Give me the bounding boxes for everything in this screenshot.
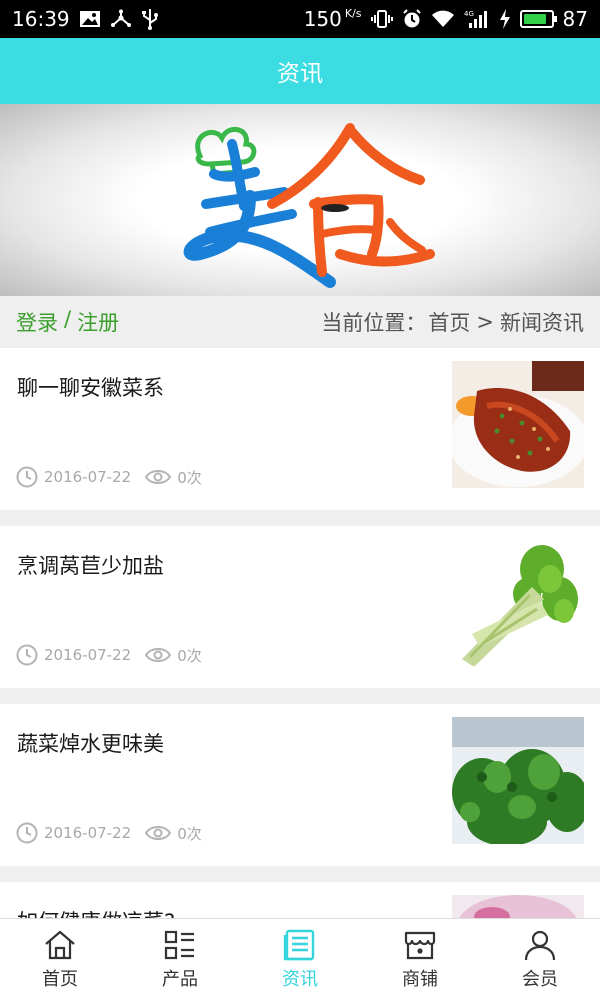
auth-links: 登录 / 注册	[16, 307, 119, 337]
vibrate-icon	[370, 9, 393, 29]
network-speed-value: 150	[303, 7, 342, 31]
auth-separator: /	[64, 307, 72, 331]
green-vegetables-photo	[452, 717, 584, 844]
news-item[interactable]: 烹调莴苣少加盐 2016-07-22 0次	[0, 526, 600, 688]
breadcrumb-current: 新闻资讯	[500, 311, 584, 335]
news-views: 0次	[177, 824, 202, 843]
eye-icon	[145, 648, 172, 662]
battery-fill	[523, 14, 547, 24]
banner-image[interactable]	[0, 104, 600, 296]
network-speed-unit: K/s	[344, 7, 362, 20]
network-speed: 150 K/s	[304, 7, 362, 31]
breadcrumb-bar: 登录 / 注册 当前位置： 首页 > 新闻资讯	[0, 296, 600, 348]
news-thumbnail[interactable]	[452, 361, 584, 488]
charging-icon	[499, 9, 511, 29]
news-date: 2016-07-22	[44, 468, 132, 486]
food-logo	[183, 123, 435, 288]
image-icon	[79, 10, 101, 28]
news-title[interactable]: 烹调莴苣少加盐	[17, 550, 164, 580]
tab-home[interactable]: 首页	[0, 919, 120, 1000]
tab-home-label: 首页	[42, 968, 78, 990]
tab-news-label: 资讯	[282, 968, 318, 990]
news-item[interactable]: 聊一聊安徽菜系 2016-07-22 0次	[0, 348, 600, 510]
usb-icon	[141, 8, 159, 30]
eye-icon	[145, 470, 172, 484]
news-date: 2016-07-22	[44, 646, 132, 664]
eye-icon	[145, 826, 172, 840]
tab-shop-label: 商铺	[402, 968, 438, 990]
app-header: 资讯	[0, 38, 600, 104]
login-link[interactable]: 登录	[16, 307, 58, 337]
battery-percent: 87	[562, 7, 588, 31]
breadcrumb-home-link[interactable]: 首页	[428, 307, 470, 337]
clock-icon	[16, 644, 38, 666]
bottom-tab-bar: 首页 产品 资讯 商铺 会员	[0, 918, 600, 1000]
news-title[interactable]: 聊一聊安徽菜系	[17, 372, 164, 402]
news-title[interactable]: 蔬菜焯水更味美	[17, 728, 164, 758]
register-link[interactable]: 注册	[77, 307, 119, 337]
tab-news[interactable]: 资讯	[240, 919, 360, 1000]
news-thumbnail[interactable]	[452, 539, 584, 666]
status-bar: 16:39 150 K/s 4G 87	[0, 0, 600, 38]
logo-shi-character	[267, 123, 435, 277]
wifi-icon	[431, 10, 455, 28]
braised-dish-photo	[452, 361, 584, 488]
news-views: 0次	[177, 468, 202, 487]
shop-icon	[404, 931, 436, 959]
news-views: 0次	[177, 646, 202, 665]
news-thumbnail[interactable]	[452, 717, 584, 844]
member-icon	[524, 930, 556, 960]
news-meta: 2016-07-22 0次	[16, 822, 216, 844]
status-time: 16:39	[12, 7, 70, 31]
tab-products[interactable]: 产品	[120, 919, 240, 1000]
tab-member-label: 会员	[522, 968, 558, 990]
clock-icon	[16, 822, 38, 844]
alarm-icon	[402, 9, 422, 29]
news-meta: 2016-07-22 0次	[16, 466, 216, 488]
clock-icon	[16, 466, 38, 488]
battery-icon	[519, 10, 557, 28]
news-icon	[283, 929, 315, 960]
share-icon	[110, 9, 132, 29]
chef-hat-icon	[195, 127, 257, 177]
tab-shop[interactable]: 商铺	[360, 919, 480, 1000]
breadcrumb: 当前位置： 首页 > 新闻资讯	[321, 307, 584, 337]
breadcrumb-arrow: >	[476, 310, 494, 334]
tab-member[interactable]: 会员	[480, 919, 600, 1000]
page-title: 资讯	[277, 61, 323, 87]
news-item[interactable]: 蔬菜焯水更味美 2016-07-22 0次	[0, 704, 600, 866]
location-label: 当前位置：	[321, 311, 427, 335]
news-date: 2016-07-22	[44, 824, 132, 842]
tab-products-label: 产品	[162, 968, 198, 990]
product-list-icon	[164, 930, 194, 959]
signal-4g-icon: 4G	[464, 9, 490, 29]
home-icon	[45, 930, 75, 959]
lettuce-stem-photo	[452, 539, 584, 666]
svg-text:4G: 4G	[464, 10, 474, 18]
news-meta: 2016-07-22 0次	[16, 644, 216, 666]
